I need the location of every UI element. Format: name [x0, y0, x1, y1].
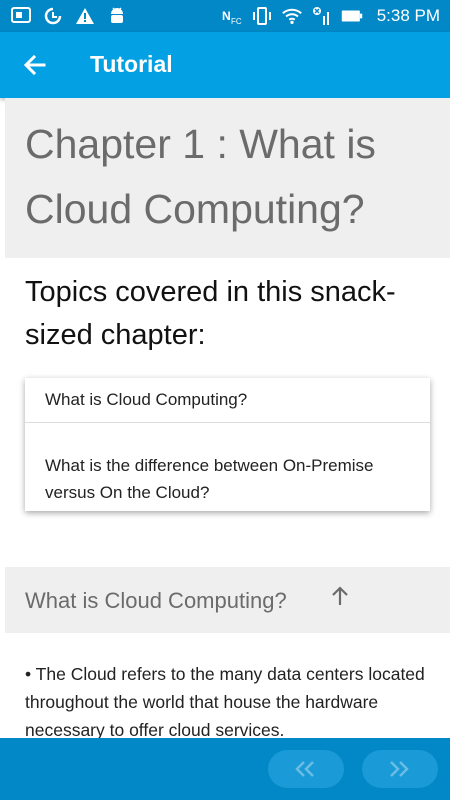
battery-icon [341, 5, 363, 27]
topic-link-what-is-cloud[interactable]: What is Cloud Computing? [25, 378, 430, 423]
status-time: 5:38 PM [376, 6, 440, 25]
next-button[interactable] [362, 750, 438, 788]
section-body-text: • The Cloud refers to the many data cent… [25, 664, 425, 740]
status-right-icons: N FC 5:38 PM [221, 5, 440, 27]
screen-mirror-icon [10, 5, 32, 27]
sync-icon [42, 5, 64, 27]
previous-button[interactable] [268, 750, 344, 788]
topic-link-on-premise-vs-cloud[interactable]: What is the difference between On-Premis… [25, 423, 430, 506]
no-signal-icon [311, 5, 333, 27]
chapter-title: Chapter 1 : What is Cloud Computing? [25, 121, 376, 232]
topics-card: What is Cloud Computing? What is the dif… [25, 378, 430, 511]
scroll-top-button[interactable] [327, 583, 353, 609]
chevron-right-icon [390, 761, 409, 777]
vibrate-icon [251, 5, 273, 27]
status-bar: N FC 5:38 PM [0, 0, 450, 32]
wifi-icon [281, 5, 303, 27]
arrow-up-icon [332, 586, 348, 605]
chevron-left-icon [295, 761, 314, 777]
chapter-header: Chapter 1 : What is Cloud Computing? [5, 98, 450, 258]
android-debug-icon [106, 5, 128, 27]
nfc-icon: N FC [221, 5, 243, 27]
topics-heading: Topics covered in this snack-sized chapt… [25, 276, 396, 351]
app-title: Tutorial [90, 51, 173, 77]
section-header: What is Cloud Computing? [5, 567, 450, 633]
back-button[interactable] [20, 50, 50, 80]
app-bar: Tutorial [0, 32, 450, 98]
section-title: What is Cloud Computing? [25, 588, 287, 613]
warning-icon [74, 5, 96, 27]
svg-text:N: N [222, 9, 231, 23]
svg-text:FC: FC [231, 17, 242, 26]
bottom-nav-bar [0, 738, 450, 800]
arrow-left-icon [23, 54, 46, 76]
status-left-icons [10, 5, 128, 27]
